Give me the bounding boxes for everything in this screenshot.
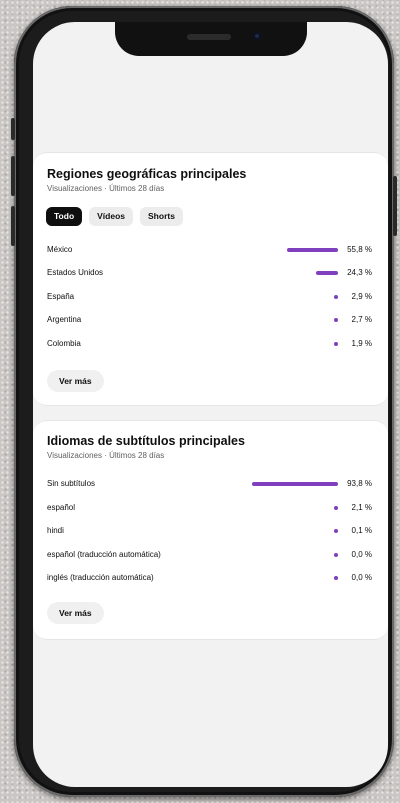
region-row-argentina: Argentina 2,7 %	[47, 312, 372, 328]
region-label: México	[47, 245, 73, 254]
region-label: España	[47, 292, 75, 301]
volume-up-button	[11, 156, 15, 196]
volume-down-button	[11, 206, 15, 246]
language-bar	[334, 506, 338, 510]
language-bar	[252, 482, 338, 486]
subtitle-languages-title: Idiomas de subtítulos principales	[47, 434, 245, 448]
subtitle-languages-subtitle: Visualizaciones · Últimos 28 días	[47, 451, 165, 460]
content-type-tabs: Todo Vídeos Shorts	[46, 207, 183, 226]
region-bar	[334, 342, 338, 346]
region-label: Colombia	[47, 339, 81, 348]
region-value: 1,9 %	[351, 339, 372, 348]
tab-todo[interactable]: Todo	[46, 207, 83, 226]
language-bar	[334, 553, 338, 557]
language-value: 93,8 %	[347, 479, 372, 488]
region-row-estados-unidos: Estados Unidos 24,3 %	[47, 265, 372, 281]
region-bar	[334, 318, 338, 322]
region-value: 2,7 %	[351, 315, 372, 324]
region-label: Argentina	[47, 315, 82, 324]
front-camera-icon	[253, 32, 261, 40]
language-value: 0,0 %	[351, 573, 372, 582]
region-value: 2,9 %	[351, 292, 372, 301]
language-label: hindi	[47, 526, 64, 535]
language-value: 2,1 %	[351, 503, 372, 512]
language-label: inglés (traducción automática)	[47, 573, 154, 582]
tab-videos[interactable]: Vídeos	[89, 207, 134, 226]
region-label: Estados Unidos	[47, 268, 104, 277]
language-row-espanol: español 2,1 %	[47, 500, 372, 516]
language-label: español	[47, 503, 76, 512]
region-bar	[287, 248, 338, 252]
region-bar	[334, 295, 338, 299]
region-value: 24,3 %	[347, 268, 372, 277]
region-row-mexico: México 55,8 %	[47, 242, 372, 258]
top-regions-subtitle: Visualizaciones · Últimos 28 días	[47, 184, 165, 193]
language-row-espanol-auto: español (traducción automática) 0,0 %	[47, 547, 372, 563]
language-label: español (traducción automática)	[47, 550, 161, 559]
region-bar	[316, 271, 338, 275]
top-regions-title: Regiones geográficas principales	[47, 167, 247, 181]
top-regions-card: Regiones geográficas principales Visuali…	[33, 152, 388, 406]
mute-switch	[11, 118, 15, 140]
language-row-hindi: hindi 0,1 %	[47, 523, 372, 539]
language-value: 0,1 %	[351, 526, 372, 535]
region-row-espana: España 2,9 %	[47, 289, 372, 305]
language-row-ingles-auto: inglés (traducción automática) 0,0 %	[47, 570, 372, 586]
languages-see-more-button[interactable]: Ver más	[47, 602, 104, 624]
language-bar	[334, 576, 338, 580]
region-row-colombia: Colombia 1,9 %	[47, 336, 372, 352]
language-bar	[334, 529, 338, 533]
region-value: 55,8 %	[347, 245, 372, 254]
notch	[115, 22, 307, 56]
speaker-grille	[187, 34, 231, 40]
top-subtitle-languages-card: Idiomas de subtítulos principales Visual…	[33, 420, 388, 640]
phone-screen: Regiones geográficas principales Visuali…	[33, 22, 388, 787]
power-button	[393, 176, 397, 236]
language-value: 0,0 %	[351, 550, 372, 559]
language-label: Sin subtítulos	[47, 479, 96, 488]
language-row-sin-subtitulos: Sin subtítulos 93,8 %	[47, 476, 372, 492]
regions-see-more-button[interactable]: Ver más	[47, 370, 104, 392]
tab-shorts[interactable]: Shorts	[140, 207, 183, 226]
